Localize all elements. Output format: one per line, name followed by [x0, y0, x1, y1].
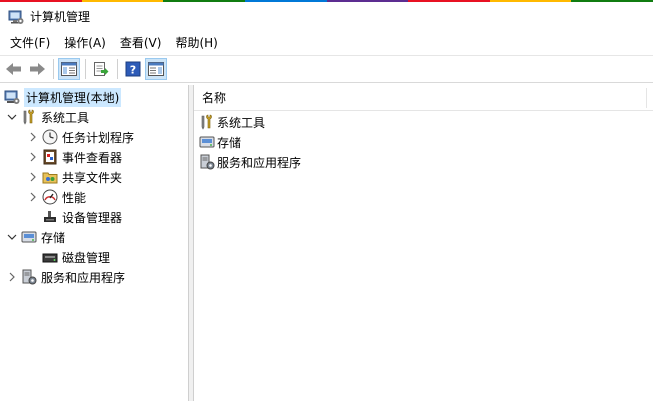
computer-management-icon	[4, 89, 20, 105]
chevron-right-icon[interactable]	[6, 271, 18, 283]
storage-icon	[21, 229, 37, 245]
tools-icon	[199, 114, 215, 130]
services-icon	[199, 154, 215, 170]
toolbar: ?	[0, 55, 653, 83]
details-pane: 名称 系统工具 存储 服务和应用程序	[193, 85, 653, 401]
tree-item-label: 设备管理器	[62, 210, 123, 225]
services-icon	[21, 269, 37, 285]
forward-button[interactable]	[26, 58, 48, 80]
chevron-right-icon[interactable]	[27, 171, 39, 183]
tree-item-label: 计算机管理(本地)	[24, 87, 122, 107]
tree-item-label: 任务计划程序	[62, 130, 135, 145]
list-item-services-and-applications[interactable]: 服务和应用程序	[199, 152, 301, 172]
storage-icon	[199, 134, 215, 150]
toolbar-separator	[85, 59, 86, 79]
tree-item-label: 共享文件夹	[62, 170, 123, 185]
back-arrow-icon	[6, 63, 21, 75]
list-item-system-tools[interactable]: 系统工具	[199, 112, 265, 132]
chevron-down-icon[interactable]	[6, 231, 18, 243]
tree-item-storage[interactable]: 存储	[6, 227, 65, 247]
column-divider[interactable]	[646, 88, 647, 108]
menu-view[interactable]: 查看(V)	[113, 32, 169, 54]
device-manager-icon	[42, 209, 58, 225]
tree-item-computer-management[interactable]: 计算机管理(本地)	[4, 87, 122, 107]
chevron-right-icon[interactable]	[27, 191, 39, 203]
column-header-name[interactable]: 名称	[194, 85, 653, 111]
toolbar-separator	[117, 59, 118, 79]
tree-item-label: 存储	[41, 230, 66, 245]
tree-item-label: 性能	[62, 190, 87, 205]
console-tree-pane[interactable]: 计算机管理(本地) 系统工具 任务计划程序 事件查看器 共享文件夹 性能 设备管…	[0, 85, 189, 401]
performance-gauge-icon	[42, 189, 58, 205]
menu-action[interactable]: 操作(A)	[57, 32, 113, 54]
tree-item-disk-management[interactable]: 磁盘管理	[42, 247, 110, 267]
list-item-label: 系统工具	[217, 115, 266, 130]
show-hide-action-pane-button[interactable]	[145, 58, 167, 80]
tree-item-event-viewer[interactable]: 事件查看器	[27, 147, 122, 167]
computer-management-icon	[8, 10, 24, 24]
clock-icon	[42, 129, 58, 145]
tree-item-label: 事件查看器	[62, 150, 123, 165]
show-hide-tree-icon	[61, 62, 77, 76]
export-list-button[interactable]	[90, 58, 112, 80]
tools-icon	[21, 109, 37, 125]
list-item-label: 存储	[217, 135, 242, 150]
svg-text:?: ?	[130, 64, 136, 77]
shared-folder-icon	[42, 169, 58, 185]
chevron-right-icon[interactable]	[27, 131, 39, 143]
list-item-label: 服务和应用程序	[217, 155, 302, 170]
export-list-icon	[94, 62, 109, 76]
back-button[interactable]	[3, 58, 25, 80]
tree-item-label: 系统工具	[41, 110, 90, 125]
menu-file[interactable]: 文件(F)	[3, 32, 57, 54]
show-hide-action-pane-icon	[148, 62, 164, 76]
tree-item-label: 磁盘管理	[62, 250, 111, 265]
column-header-label: 名称	[202, 91, 227, 105]
tree-item-label: 服务和应用程序	[41, 270, 126, 285]
tree-item-device-manager[interactable]: 设备管理器	[42, 207, 122, 227]
forward-arrow-icon	[30, 63, 45, 75]
list-item-storage[interactable]: 存储	[199, 132, 241, 152]
menu-bar: 文件(F) 操作(A) 查看(V) 帮助(H)	[0, 31, 653, 55]
tree-item-system-tools[interactable]: 系统工具	[6, 107, 89, 127]
title-bar: 计算机管理	[0, 2, 653, 31]
help-button[interactable]: ?	[122, 58, 144, 80]
disk-management-icon	[42, 249, 58, 265]
event-log-icon	[42, 149, 58, 165]
tree-item-services-and-applications[interactable]: 服务和应用程序	[6, 267, 125, 287]
chevron-down-icon[interactable]	[6, 111, 18, 123]
toolbar-separator	[53, 59, 54, 79]
menu-help[interactable]: 帮助(H)	[168, 32, 224, 54]
help-icon: ?	[125, 61, 141, 77]
tree-item-performance[interactable]: 性能	[27, 187, 86, 207]
tree-item-task-scheduler[interactable]: 任务计划程序	[27, 127, 134, 147]
show-hide-console-tree-button[interactable]	[58, 58, 80, 80]
window-title: 计算机管理	[30, 10, 91, 24]
tree-item-shared-folders[interactable]: 共享文件夹	[27, 167, 122, 187]
chevron-right-icon[interactable]	[27, 151, 39, 163]
